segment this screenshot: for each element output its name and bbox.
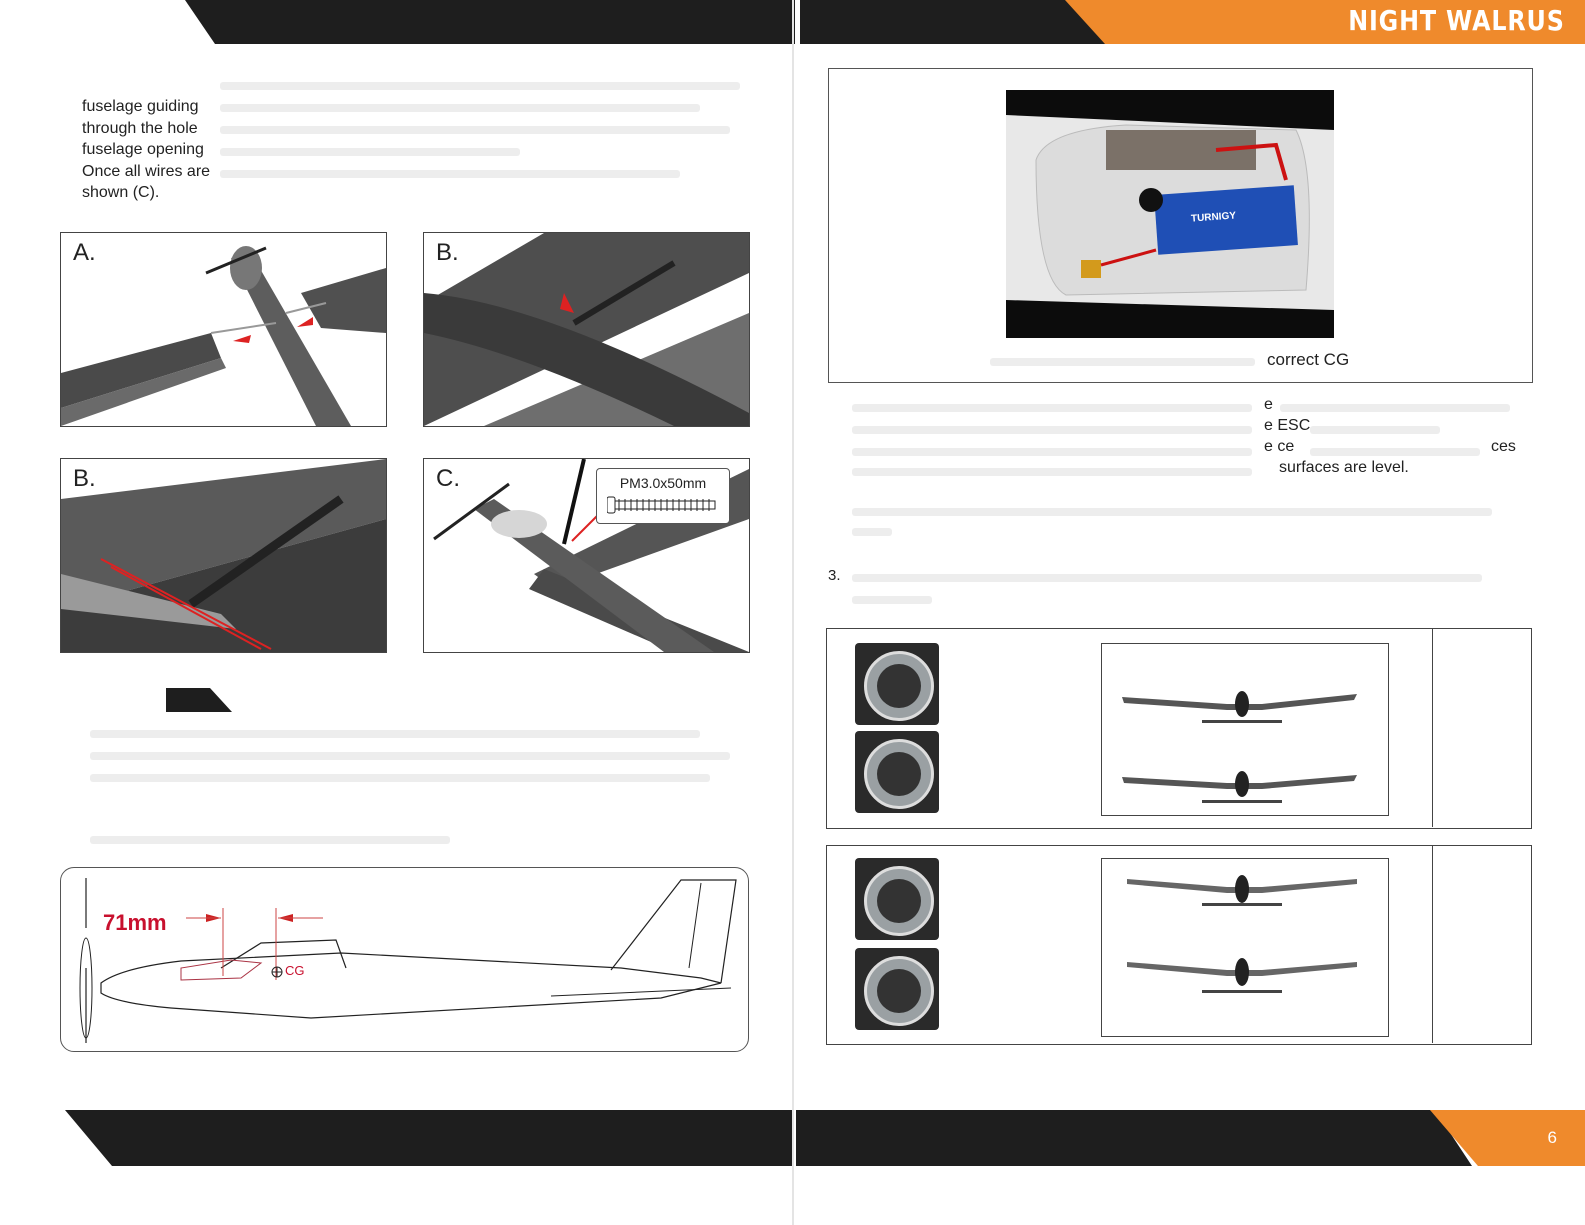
elevon-response-illustration	[1122, 691, 1357, 803]
faded-text	[1310, 448, 1480, 456]
text-fragment: surfaces are level.	[1279, 459, 1409, 476]
transmitter-stick-image	[855, 948, 939, 1030]
faded-text	[90, 730, 700, 738]
brand-title: NIGHT WALRUS	[1348, 4, 1565, 37]
aircraft-response-box	[1101, 643, 1389, 816]
page-number: 6	[1547, 1128, 1557, 1147]
faded-text	[1280, 404, 1510, 412]
transmitter-stick-image	[855, 643, 939, 725]
page-fold	[792, 0, 794, 1225]
wing-attach-illustration	[61, 246, 386, 426]
figure-a: A.	[60, 232, 387, 427]
faded-text	[220, 170, 680, 178]
aircraft-response-box	[1101, 858, 1389, 1037]
figure-b-top: B.	[423, 232, 750, 427]
screw-size-label: PM3.0x50mm	[619, 475, 707, 491]
intro-text: fuselage guiding through the hole fusela…	[82, 96, 210, 204]
battery-compartment-image	[1006, 115, 1334, 310]
text-fragment: e ce	[1264, 438, 1295, 455]
faded-text	[852, 448, 1252, 456]
faded-text	[220, 82, 740, 90]
table-divider	[1432, 845, 1433, 1043]
intro-line: fuselage opening	[82, 141, 204, 158]
faded-text	[220, 126, 730, 134]
figure-label: A.	[69, 239, 100, 267]
elevator-response-illustration	[1127, 875, 1357, 993]
faded-text	[220, 148, 520, 156]
figure-label: B.	[69, 465, 100, 493]
transmitter-stick-image	[855, 731, 939, 813]
cg-distance-label: 71mm	[103, 910, 167, 935]
faded-text	[852, 426, 1252, 434]
faded-text	[852, 528, 892, 536]
intro-line: fuselage guiding	[82, 98, 199, 115]
faded-text	[90, 774, 710, 782]
table-divider	[1432, 628, 1433, 827]
battery-photo: TURNIGY	[1006, 90, 1334, 338]
figure-b-bottom: B.	[60, 458, 387, 653]
faded-text	[852, 508, 1492, 516]
faded-text	[90, 836, 450, 844]
screw-callout: PM3.0x50mm	[596, 468, 730, 524]
battery-caption: correct CG	[1267, 350, 1350, 369]
intro-line: through the hole	[82, 119, 198, 137]
section-marker-icon	[166, 688, 232, 712]
text-fragment: e ESC	[1264, 417, 1311, 434]
faded-text	[1310, 426, 1440, 434]
footer-band	[65, 1110, 1585, 1166]
cg-side-view-illustration	[79, 878, 737, 1043]
faded-text	[852, 404, 1252, 412]
faded-text	[852, 574, 1482, 582]
faded-text	[990, 358, 1255, 366]
intro-line: shown (C).	[82, 184, 160, 201]
cg-label: CG	[285, 963, 305, 978]
figure-label: B.	[432, 239, 463, 267]
transmitter-stick-image	[855, 858, 939, 940]
screw-icon	[607, 496, 716, 514]
figure-label: C.	[432, 465, 464, 493]
text-fragment: ces	[1491, 438, 1516, 455]
intro-line: Once all wires are	[82, 162, 211, 180]
cg-diagram: 71mm CG	[60, 867, 749, 1052]
faded-text	[90, 752, 730, 760]
text-fragment: e	[1264, 396, 1273, 413]
faded-text	[852, 468, 1252, 476]
faded-text	[852, 596, 932, 604]
servo-illustration	[424, 233, 749, 426]
faded-text	[220, 104, 700, 112]
step-number: 3.	[828, 567, 841, 584]
wire-routing-illustration	[61, 459, 386, 652]
